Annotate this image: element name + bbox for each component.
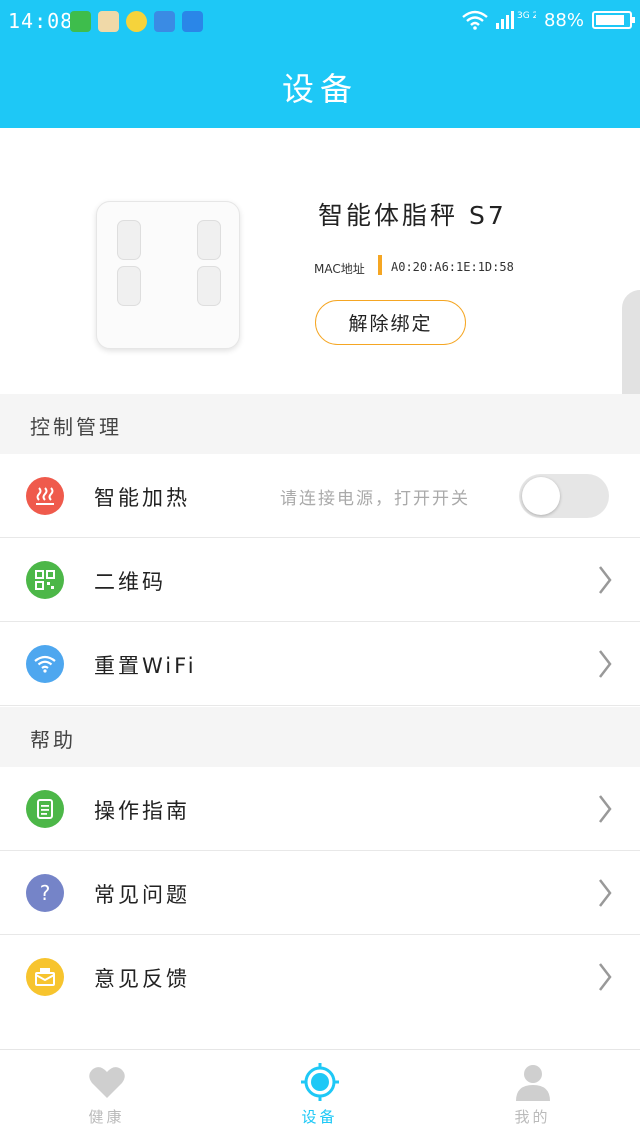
chevron-right-icon xyxy=(599,566,612,594)
top-bar: 14:08 3G 2G 88% 设备 xyxy=(0,0,640,128)
status-right: 3G 2G 88% xyxy=(462,9,635,31)
mac-separator xyxy=(378,255,382,275)
wifi-icon xyxy=(26,645,64,683)
feedback-label: 意见反馈 xyxy=(94,967,190,991)
feedback-mail-icon xyxy=(26,958,64,996)
bottom-nav: 健康 设备 我的 xyxy=(0,1049,640,1138)
chevron-right-icon xyxy=(599,650,612,678)
faq-label: 常见问题 xyxy=(94,883,190,907)
wifi-status-icon xyxy=(462,10,488,30)
chevron-right-icon xyxy=(599,795,612,823)
nav-health-label: 健康 xyxy=(88,1108,125,1126)
heating-icon xyxy=(26,477,64,515)
section-help: 帮助 xyxy=(0,707,640,767)
chevron-right-icon xyxy=(599,963,612,991)
notification-icons xyxy=(70,11,203,32)
heart-icon xyxy=(88,1067,125,1098)
device-card: 智能体脂秤 S7 MAC地址 A0:20:A6:1E:1D:58 解除绑定 xyxy=(0,128,640,394)
row-feedback[interactable]: 意见反馈 xyxy=(0,935,640,1019)
signal-icon: 3G 2G xyxy=(495,11,536,29)
nav-device-label: 设备 xyxy=(301,1108,338,1126)
scale-pad xyxy=(197,220,221,260)
guide-label: 操作指南 xyxy=(94,799,190,823)
row-faq[interactable]: ? 常见问题 xyxy=(0,851,640,935)
nav-health[interactable]: 健康 xyxy=(0,1050,213,1138)
heating-hint: 请连接电源，打开开关 xyxy=(280,489,470,509)
status-time: 14:08 xyxy=(8,9,74,33)
scale-pad xyxy=(117,220,141,260)
row-guide[interactable]: 操作指南 xyxy=(0,767,640,851)
status-bar: 14:08 3G 2G 88% xyxy=(0,0,640,44)
chevron-right-icon xyxy=(599,879,612,907)
section-control: 控制管理 xyxy=(0,394,640,454)
heating-toggle[interactable] xyxy=(519,474,609,518)
scale-pad xyxy=(197,266,221,306)
question-icon: ? xyxy=(26,874,64,912)
weibo-icon xyxy=(98,11,119,32)
heating-label: 智能加热 xyxy=(94,486,190,510)
qrcode-label: 二维码 xyxy=(94,570,166,594)
mac-label: MAC地址 xyxy=(314,262,365,276)
network-type: 3G 2G xyxy=(517,11,536,21)
user-icon xyxy=(515,1065,550,1101)
document-icon xyxy=(26,790,64,828)
app-plus-icon xyxy=(126,11,147,32)
scale-pad xyxy=(117,266,141,306)
battery-percent: 88% xyxy=(543,9,584,31)
device-target-icon xyxy=(300,1063,339,1101)
row-reset-wifi[interactable]: 重置WiFi xyxy=(0,622,640,706)
row-smart-heating: 智能加热 请连接电源，打开开关 xyxy=(0,454,640,538)
wechat-icon xyxy=(70,11,91,32)
scale-image xyxy=(96,201,240,349)
toggle-knob xyxy=(522,477,560,515)
section-control-title: 控制管理 xyxy=(30,415,122,439)
nav-mine[interactable]: 我的 xyxy=(426,1050,639,1138)
mac-value: A0:20:A6:1E:1D:58 xyxy=(391,260,514,274)
device-name: 智能体脂秤 S7 xyxy=(318,201,507,230)
unbind-button[interactable]: 解除绑定 xyxy=(315,300,466,345)
wifi-label: 重置WiFi xyxy=(94,654,197,678)
nav-device[interactable]: 设备 xyxy=(213,1050,426,1138)
battery-icon xyxy=(592,11,635,29)
weather-icon xyxy=(154,11,175,32)
nav-mine-label: 我的 xyxy=(514,1108,551,1126)
qrcode-icon xyxy=(26,561,64,599)
chat-bubble-icon xyxy=(182,11,203,32)
row-qrcode[interactable]: 二维码 xyxy=(0,538,640,622)
section-help-title: 帮助 xyxy=(30,728,76,752)
page-title: 设备 xyxy=(281,70,358,108)
battery-fill xyxy=(596,15,624,25)
